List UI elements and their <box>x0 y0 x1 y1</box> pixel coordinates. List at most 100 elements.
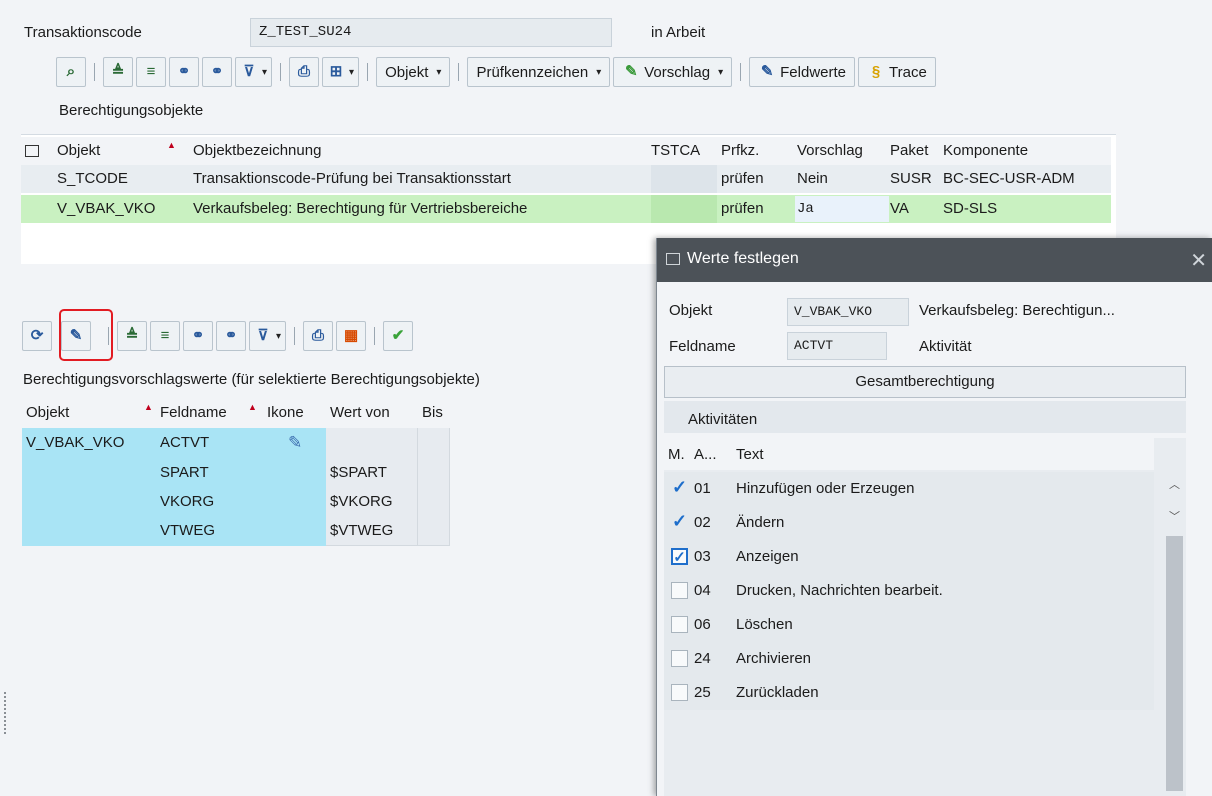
vertical-scrollbar[interactable]: ︿ ﹀ <box>1163 472 1185 792</box>
splitter-handle[interactable] <box>4 692 7 734</box>
col-objekt[interactable]: Objekt <box>57 137 100 165</box>
checkbox-checked[interactable]: ✓ <box>671 512 688 531</box>
feldname-text: Aktivität <box>919 338 972 355</box>
table-view-button[interactable]: ▦ <box>336 321 367 351</box>
col-tstca[interactable]: TSTCA <box>651 137 700 165</box>
sort-descending-button[interactable]: ≡ <box>136 57 166 87</box>
find-next-button[interactable]: ⚭ <box>202 57 232 87</box>
close-icon[interactable]: ✕ <box>1190 248 1207 273</box>
feldname-field[interactable]: ACTVT <box>787 332 887 360</box>
cell-feld[interactable]: VTWEG <box>156 516 215 546</box>
scrollbar-thumb[interactable] <box>1166 536 1183 791</box>
cell-tstca[interactable] <box>651 195 717 223</box>
col-prfkz[interactable]: Prfkz. <box>721 137 759 165</box>
cell-prfkz[interactable]: prüfen <box>721 165 764 193</box>
col-wert-von[interactable]: Wert von <box>326 398 390 428</box>
list-item[interactable]: 25 Zurückladen <box>664 676 1154 710</box>
col-objektbezeichnung[interactable]: Objektbezeichnung <box>193 137 321 165</box>
cell-feld[interactable]: VKORG <box>156 487 214 517</box>
print-button[interactable]: ⎙ <box>303 321 334 351</box>
pencil-icon[interactable]: ✎ <box>284 428 302 458</box>
col-ikone[interactable]: Ikone <box>263 398 304 428</box>
list-item[interactable]: 24 Archivieren <box>664 642 1154 676</box>
cell-vorschlag-input[interactable]: Ja <box>795 196 889 222</box>
confirm-button[interactable]: ✔ <box>383 321 414 351</box>
cell-komponente[interactable]: SD-SLS <box>943 195 997 223</box>
checkbox-unchecked[interactable] <box>671 684 688 701</box>
feldwerte-button[interactable]: ✎ Feldwerte <box>749 57 855 87</box>
sort-descending-button[interactable]: ≡ <box>150 321 180 351</box>
cell-objekt[interactable]: V_VBAK_VKO <box>22 428 124 458</box>
find-button[interactable]: ⚭ <box>183 321 213 351</box>
checkbox-checked[interactable]: ✓ <box>671 548 688 565</box>
objects-toolbar: ⌕ ≜ ≡ ⚭ ⚭ ⊽ ▾ ⎙ ⊞ ▾ Objekt ▾ Prüfkennzeiche… <box>56 56 936 88</box>
layout-button[interactable]: ⊞ ▾ <box>322 57 360 87</box>
list-item[interactable]: ✓ 01 Hinzufügen oder Erzeugen <box>664 472 1154 506</box>
grid-icon[interactable] <box>25 145 39 157</box>
filter-button[interactable]: ⊽ ▾ <box>235 57 273 87</box>
cell-wert[interactable]: $VKORG <box>326 487 393 517</box>
col-feldname[interactable]: Feldname <box>156 398 227 428</box>
col-objekt[interactable]: Objekt <box>22 398 69 428</box>
find-next-button[interactable]: ⚭ <box>216 321 246 351</box>
filter-button[interactable]: ⊽ ▾ <box>249 321 287 351</box>
binoculars-next-icon: ⚭ <box>224 327 238 344</box>
list-item[interactable]: ✓ 03 Anzeigen <box>664 540 1154 574</box>
dialog-icon <box>666 253 680 265</box>
checkbox-unchecked[interactable] <box>671 616 688 633</box>
scroll-icon: § <box>871 63 881 80</box>
cell-bezeichnung[interactable]: Transaktionscode-Prüfung bei Transaktion… <box>193 165 511 193</box>
cell-feld[interactable]: SPART <box>156 458 209 488</box>
col-paket[interactable]: Paket <box>890 137 928 165</box>
cell-objekt[interactable]: V_VBAK_VKO <box>57 195 155 223</box>
sort-ascending-button[interactable]: ≜ <box>103 57 133 87</box>
objekt-field[interactable]: V_VBAK_VKO <box>787 298 909 326</box>
table-row[interactable]: V_VBAK_VKO Verkaufsbeleg: Berechtigung f… <box>21 195 1111 223</box>
print-button[interactable]: ⎙ <box>289 57 320 87</box>
col-a[interactable]: A... <box>694 446 717 463</box>
dialog-titlebar[interactable]: Werte festlegen ✕ <box>657 238 1212 282</box>
list-item[interactable]: ✓ 02 Ändern <box>664 506 1154 540</box>
details-button[interactable]: ⌕ <box>56 57 86 87</box>
checkbox-checked[interactable]: ✓ <box>671 478 688 497</box>
trace-button[interactable]: § Trace <box>858 57 936 87</box>
cell-komponente[interactable]: BC-SEC-USR-ADM <box>943 165 1075 193</box>
col-m[interactable]: M. <box>668 446 685 463</box>
dropdown-arrow-icon: ▾ <box>596 66 602 78</box>
sort-desc-icon: ≡ <box>160 327 170 344</box>
table-row[interactable]: S_TCODE Transaktionscode-Prüfung bei Tra… <box>21 165 1111 193</box>
col-bis[interactable]: Bis <box>418 398 443 428</box>
find-button[interactable]: ⚭ <box>169 57 199 87</box>
dialog-title: Werte festlegen <box>687 250 799 267</box>
cell-wert[interactable]: $VTWEG <box>326 516 393 546</box>
dropdown-arrow-icon: ▾ <box>436 66 442 78</box>
checkbox-unchecked[interactable] <box>671 582 688 599</box>
refresh-button[interactable]: ⟳ <box>22 321 52 351</box>
cell-prfkz[interactable]: prüfen <box>721 195 764 223</box>
cell-feld[interactable]: ACTVT <box>156 428 209 458</box>
cell-wert[interactable] <box>326 428 330 458</box>
gesamtberechtigung-button[interactable]: Gesamtberechtigung <box>664 366 1186 398</box>
list-item[interactable]: 06 Löschen <box>664 608 1154 642</box>
cell-objekt[interactable]: S_TCODE <box>57 165 128 193</box>
list-item[interactable]: 04 Drucken, Nachrichten bearbeit. <box>664 574 1154 608</box>
pruefkennzeichen-button[interactable]: Prüfkennzeichen ▾ <box>467 57 611 87</box>
sort-ascending-button[interactable]: ≜ <box>117 321 147 351</box>
objekt-button[interactable]: Objekt ▾ <box>376 57 451 87</box>
checkbox-unchecked[interactable] <box>671 650 688 667</box>
vorschlag-button[interactable]: ✎ Vorschlag ▾ <box>613 57 733 87</box>
col-text[interactable]: Text <box>736 446 764 463</box>
cell-wert[interactable]: $SPART <box>326 458 387 488</box>
col-vorschlag[interactable]: Vorschlag <box>797 137 863 165</box>
cell-paket[interactable]: SUSR <box>890 165 932 193</box>
cell-vorschlag[interactable]: Nein <box>797 165 828 193</box>
cell-tstca[interactable] <box>651 165 717 193</box>
activity-code: 02 <box>694 514 711 531</box>
col-komponente[interactable]: Komponente <box>943 137 1028 165</box>
cell-paket[interactable]: VA <box>890 195 909 223</box>
scroll-up-icon[interactable]: ︿ <box>1169 476 1180 492</box>
scroll-down-icon[interactable]: ﹀ <box>1169 508 1180 524</box>
tcode-input[interactable]: Z_TEST_SU24 <box>250 18 612 47</box>
cell-bezeichnung[interactable]: Verkaufsbeleg: Berechtigung für Vertrieb… <box>193 195 527 223</box>
magnifier-icon: ⌕ <box>66 63 76 80</box>
